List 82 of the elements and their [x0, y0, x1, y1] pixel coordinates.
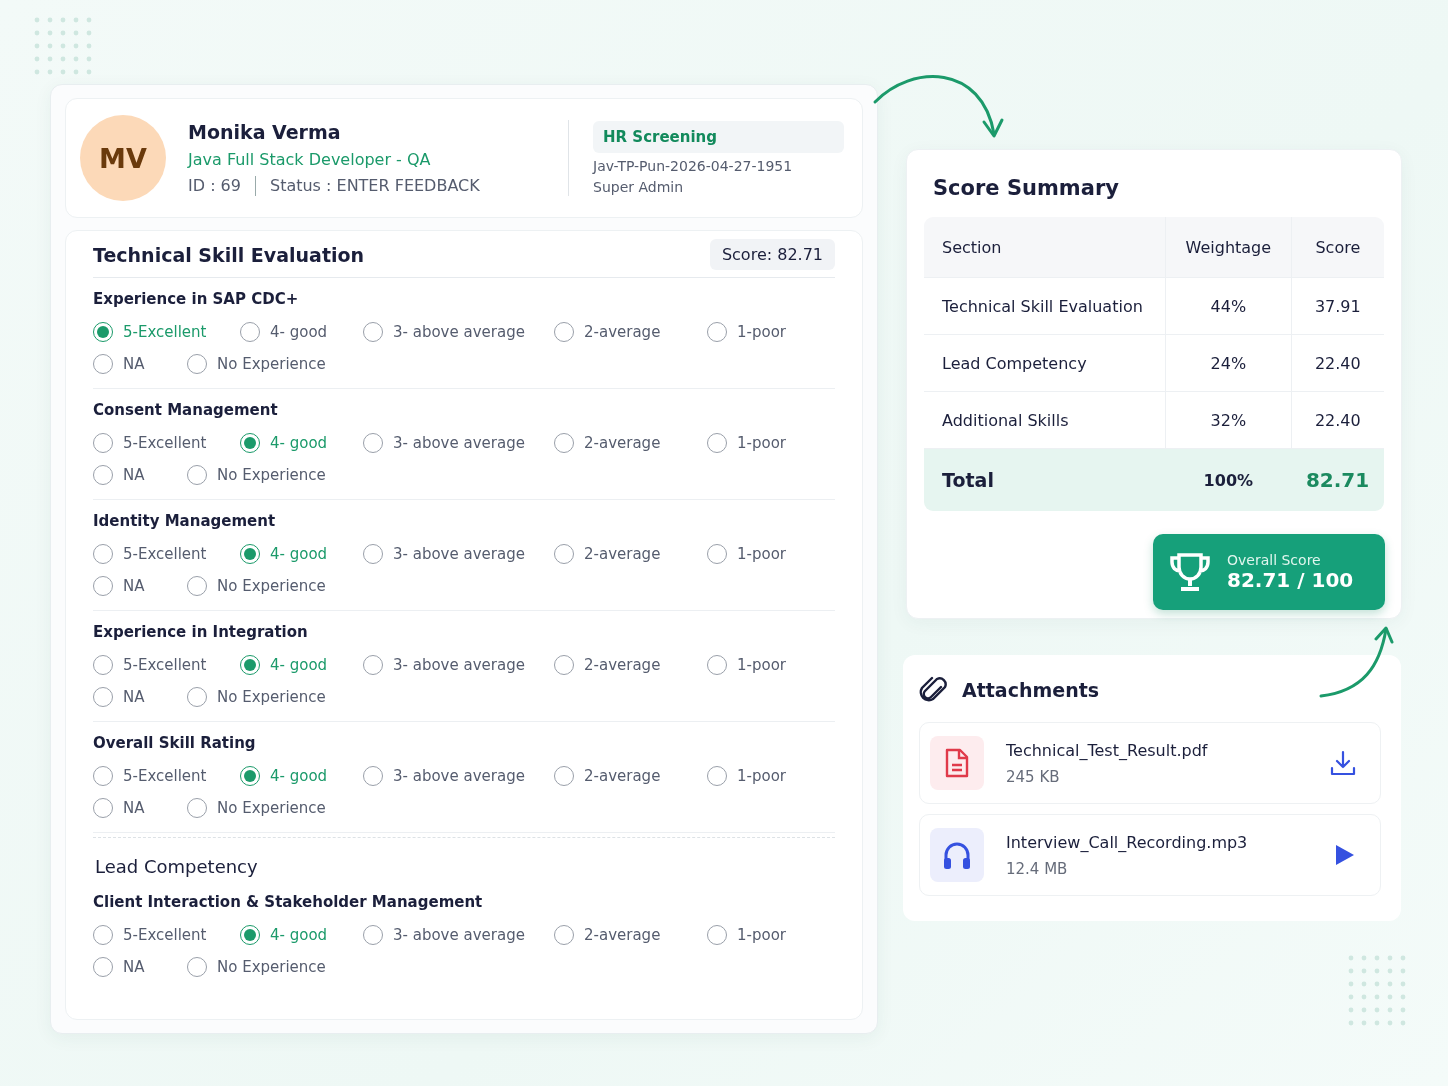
radio-option[interactable]: 2-average — [554, 655, 707, 675]
radio-option[interactable]: 3- above average — [363, 766, 554, 786]
card-title: Attachments — [962, 678, 1100, 701]
radio-option[interactable]: 3- above average — [363, 655, 554, 675]
table-cell: 24% — [1165, 334, 1292, 392]
radio-option[interactable]: NA — [93, 957, 187, 977]
radio-option[interactable]: 4- good — [240, 655, 363, 675]
radio-option[interactable]: 2-average — [554, 925, 707, 945]
question-title: Client Interaction & Stakeholder Management — [93, 892, 484, 911]
question-title: Experience in SAP CDC+ — [93, 289, 300, 308]
radio-option[interactable]: 3- above average — [363, 322, 554, 342]
radio-option[interactable]: No Experience — [187, 465, 326, 485]
radio-option[interactable]: 5-Excellent — [93, 433, 240, 453]
radio-option[interactable]: 3- above average — [363, 433, 554, 453]
owner-name: Super Admin — [593, 179, 685, 195]
radio-option[interactable]: 5-Excellent — [93, 766, 240, 786]
table-cell: 44% — [1165, 277, 1292, 335]
radio-option[interactable]: NA — [93, 798, 187, 818]
radio-option[interactable]: 4- good — [240, 322, 363, 342]
radio-option[interactable]: 1-poor — [707, 433, 786, 453]
radio-option[interactable]: 1-poor — [707, 925, 786, 945]
radio-option[interactable]: 3- above average — [363, 544, 554, 564]
table-cell: 32% — [1165, 391, 1292, 449]
total-cell: Total — [924, 448, 1166, 511]
radio-option[interactable]: 2-average — [554, 433, 707, 453]
radio-option[interactable]: 4- good — [240, 544, 363, 564]
radio-option[interactable]: 4- good — [240, 433, 363, 453]
radio-option[interactable]: No Experience — [187, 798, 326, 818]
radio-option[interactable]: No Experience — [187, 576, 326, 596]
radio-option[interactable]: NA — [93, 465, 187, 485]
score-badge: Score: 82.71 — [709, 239, 835, 270]
question-title: Identity Management — [93, 511, 277, 530]
radio-option[interactable]: 2-average — [554, 544, 707, 564]
table-cell: Additional Skills — [924, 391, 1166, 449]
total-cell: 82.71 — [1291, 448, 1384, 511]
radio-option[interactable]: 1-poor — [707, 766, 786, 786]
column-header: Section — [924, 217, 1166, 278]
file-name: Technical_Test_Result.pdf — [1006, 740, 1209, 760]
radio-option[interactable]: NA — [93, 354, 187, 374]
file-size: 245 KB — [1006, 767, 1061, 786]
radio-option[interactable]: 2-average — [554, 322, 707, 342]
radio-option[interactable]: 2-average — [554, 766, 707, 786]
table-cell: Technical Skill Evaluation — [924, 277, 1166, 335]
radio-option[interactable]: NA — [93, 687, 187, 707]
section-title: Lead Competency — [94, 855, 259, 879]
overall-score-label: Overall Score — [1227, 552, 1322, 568]
question-title: Experience in Integration — [93, 622, 309, 641]
file-size: 12.4 MB — [1006, 859, 1069, 878]
candidate-id: ID : 69 — [188, 176, 241, 195]
radio-option[interactable]: 4- good — [240, 766, 363, 786]
radio-option[interactable]: No Experience — [187, 354, 326, 374]
question-title: Overall Skill Rating — [93, 733, 257, 752]
radio-option[interactable]: 3- above average — [363, 925, 554, 945]
radio-option[interactable]: 5-Excellent — [93, 544, 240, 564]
radio-option[interactable]: 5-Excellent — [93, 655, 240, 675]
table-cell: 22.40 — [1291, 334, 1384, 392]
column-header: Weightage — [1165, 217, 1292, 278]
stage-badge: HR Screening — [593, 121, 844, 153]
radio-option[interactable]: No Experience — [187, 687, 326, 707]
radio-option[interactable]: 4- good — [240, 925, 363, 945]
radio-option[interactable]: 5-Excellent — [93, 322, 240, 342]
column-header: Score — [1291, 217, 1384, 278]
interview-code: Jav-TP-Pun-2026-04-27-1951 — [593, 158, 794, 174]
table-cell: 22.40 — [1291, 391, 1384, 449]
total-cell: 100% — [1165, 448, 1292, 511]
table-cell: 37.91 — [1291, 277, 1384, 335]
section-title: Technical Skill Evaluation — [93, 243, 365, 266]
radio-option[interactable]: 1-poor — [707, 655, 786, 675]
avatar: MV — [80, 115, 166, 201]
job-title: Java Full Stack Developer - QA — [188, 149, 432, 169]
radio-option[interactable]: NA — [93, 576, 187, 596]
file-name: Interview_Call_Recording.mp3 — [1006, 832, 1249, 852]
status-text: Status : ENTER FEEDBACK — [269, 176, 480, 195]
question-title: Consent Management — [93, 400, 279, 419]
table-cell: Lead Competency — [924, 334, 1166, 392]
radio-option[interactable]: 1-poor — [707, 544, 786, 564]
radio-option[interactable]: No Experience — [187, 957, 326, 977]
radio-option[interactable]: 1-poor — [707, 322, 786, 342]
card-title: Score Summary — [933, 176, 1120, 200]
overall-score-value: 82.71 / 100 — [1227, 568, 1354, 592]
candidate-name: Monika Verma — [188, 120, 342, 143]
radio-option[interactable]: 5-Excellent — [93, 925, 240, 945]
